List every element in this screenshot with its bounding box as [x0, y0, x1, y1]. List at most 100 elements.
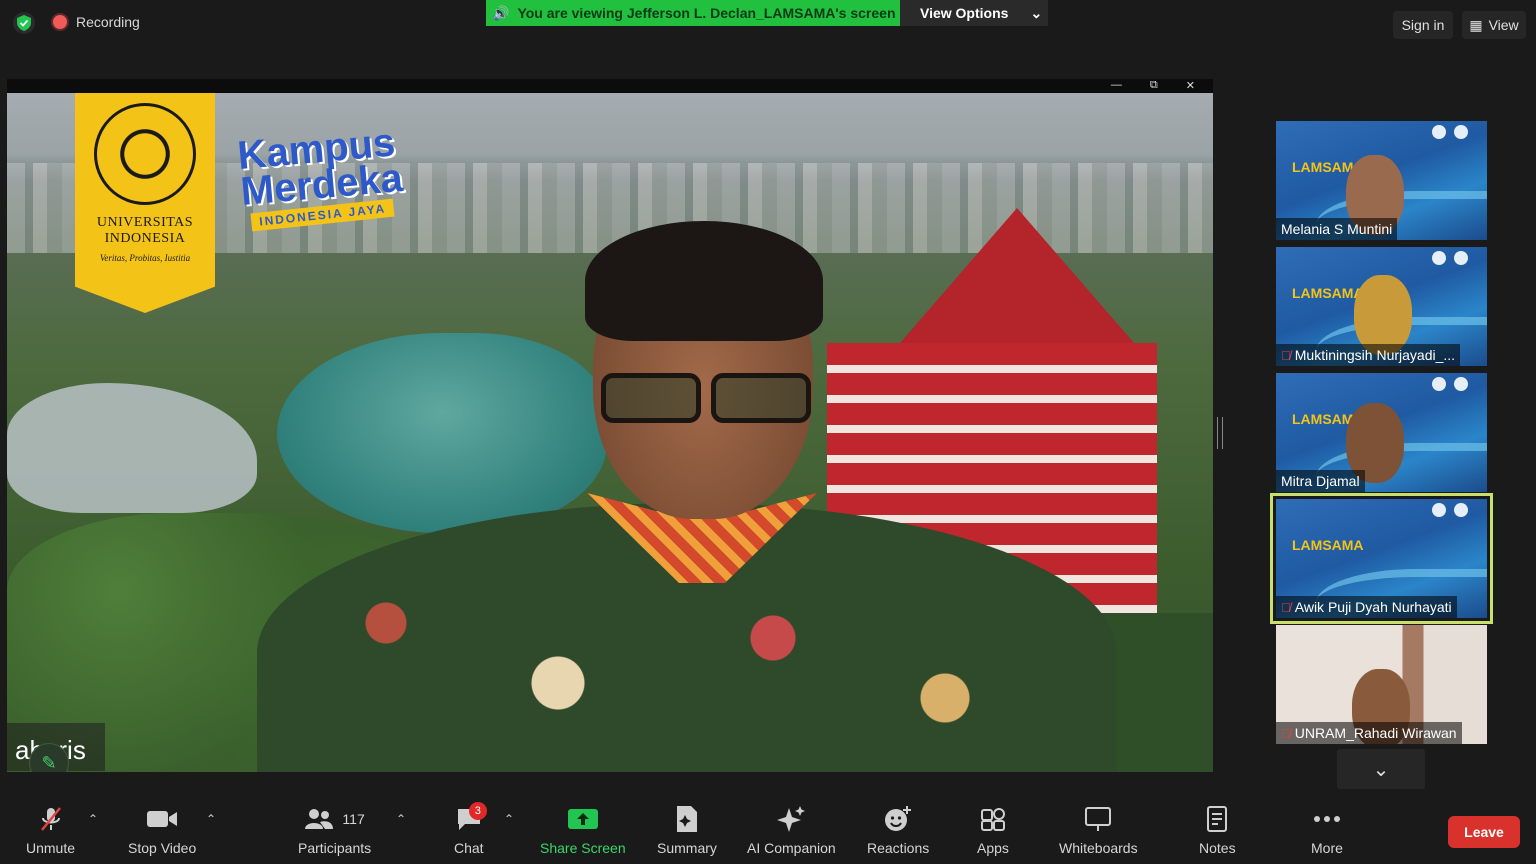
- summary-button[interactable]: Summary: [657, 804, 717, 856]
- whiteboards-label: Whiteboards: [1059, 840, 1138, 856]
- participant-face: [1354, 275, 1412, 355]
- slide-logo-icon: [1432, 377, 1446, 391]
- view-options-button[interactable]: View Options ⌄: [900, 0, 1048, 26]
- grid-view-icon: ▦: [1469, 16, 1483, 33]
- participants-label: Participants: [298, 840, 372, 856]
- mic-muted-icon: 🎙̸: [1281, 599, 1291, 615]
- participant-name: UNRAM_Rahadi Wirawan: [1294, 725, 1457, 741]
- speaker-glasses: [601, 373, 811, 423]
- slide-badge-icon: [1454, 377, 1468, 391]
- slide-logo-icon: [1432, 251, 1446, 265]
- chat-bubble-icon: 3: [455, 802, 487, 834]
- participant-name: Mitra Djamal: [1281, 473, 1360, 489]
- meeting-toolbar: Unmute ⌃ Stop Video ⌃ 117 Participants ⌃…: [0, 796, 1536, 864]
- notes-button[interactable]: Notes: [1199, 804, 1236, 856]
- minimize-icon: —: [1110, 79, 1122, 91]
- audio-options-caret-icon[interactable]: ⌃: [88, 812, 98, 826]
- participant-name: Muktiningsih Nurjayadi_...: [1294, 347, 1456, 363]
- video-options-caret-icon[interactable]: ⌃: [206, 812, 216, 826]
- unmute-label: Unmute: [26, 840, 76, 856]
- participants-icon-group: 117: [304, 804, 365, 834]
- participant-tile-active-speaker[interactable]: LAMSAMA 🎙̸ Awik Puji Dyah Nurhayati: [1270, 493, 1493, 624]
- leave-button[interactable]: Leave: [1448, 816, 1520, 848]
- logo-name-line-1: UNIVERSITAS: [96, 215, 194, 230]
- view-button[interactable]: ▦ View: [1462, 11, 1526, 39]
- video-camera-icon: [146, 804, 178, 834]
- logo-name-line-2: INDONESIA: [104, 231, 186, 246]
- top-bar: Recording 🔊 You are viewing Jefferson L.…: [0, 0, 1536, 48]
- chat-button[interactable]: 3 Chat: [454, 802, 487, 856]
- participants-count: 117: [342, 811, 365, 827]
- participant-name-tag: Mitra Djamal: [1276, 470, 1365, 492]
- security-shield-icon[interactable]: [13, 12, 35, 34]
- reactions-button[interactable]: Reactions: [867, 804, 929, 856]
- view-options-label: View Options: [920, 5, 1009, 21]
- slide-badge-icon: [1454, 503, 1468, 517]
- speaker-video: [257, 221, 1117, 772]
- universitas-indonesia-logo: UNIVERSITAS INDONESIA Veritas, Probitas,…: [75, 93, 215, 313]
- sign-in-button[interactable]: Sign in: [1393, 11, 1453, 39]
- shared-screen-window[interactable]: — ⧉ ✕ UNIVERSITAS INDONESIA Veritas, Pro…: [7, 79, 1213, 772]
- makara-emblem-icon: [94, 103, 196, 205]
- ai-sparkle-icon: [776, 804, 806, 834]
- slide-title: LAMSAMA: [1292, 537, 1364, 553]
- logo-motto: Veritas, Probitas, Iustitia: [99, 253, 191, 263]
- banner-text: You are viewing Jefferson L. Declan_LAMS…: [517, 5, 896, 21]
- chevron-down-icon: ⌄: [1372, 758, 1390, 781]
- recording-indicator[interactable]: Recording: [53, 14, 140, 30]
- participant-name-tag: Melania S Muntini: [1276, 218, 1398, 240]
- kampus-merdeka-logo: Kampus Merdeka: [236, 120, 405, 213]
- whiteboard-icon: [1084, 804, 1112, 834]
- share-screen-label: Share Screen: [540, 840, 626, 856]
- microphone-muted-icon: [37, 804, 65, 834]
- participant-name: Awik Puji Dyah Nurhayati: [1294, 599, 1452, 615]
- chat-unread-badge: 3: [468, 802, 487, 820]
- smiley-add-icon: [884, 804, 912, 834]
- participant-name: Melania S Muntini: [1281, 221, 1393, 237]
- whiteboards-button[interactable]: Whiteboards: [1059, 804, 1138, 856]
- scroll-down-button[interactable]: ⌄: [1337, 749, 1425, 789]
- participant-tile[interactable]: LAMSAMA Mitra Djamal: [1276, 373, 1487, 492]
- slide-logo-icon: [1432, 503, 1446, 517]
- apps-button[interactable]: Apps: [977, 804, 1009, 856]
- notes-label: Notes: [1199, 840, 1236, 856]
- participant-tile[interactable]: LAMSAMA 🎙̸ Muktiningsih Nurjayadi_...: [1276, 247, 1487, 366]
- slide-logo-icon: [1432, 125, 1446, 139]
- share-screen-button[interactable]: Share Screen: [540, 804, 626, 856]
- panel-resize-handle[interactable]: [1217, 417, 1223, 449]
- participant-name-tag: 🎙̸ Muktiningsih Nurjayadi_...: [1276, 344, 1461, 366]
- more-button[interactable]: More: [1311, 804, 1343, 856]
- stop-video-button[interactable]: Stop Video: [128, 804, 196, 856]
- unmute-button[interactable]: Unmute: [26, 804, 75, 856]
- people-icon: [305, 809, 334, 829]
- participant-name-tag: 🎙̸ UNRAM_Rahadi Wirawan: [1276, 722, 1462, 744]
- stadium-image: [7, 383, 257, 513]
- notes-icon: [1205, 804, 1229, 834]
- summary-document-icon: [675, 804, 699, 834]
- participant-tile[interactable]: LAMSAMA Melania S Muntini: [1276, 121, 1487, 240]
- ai-companion-button[interactable]: AI Companion: [747, 804, 836, 856]
- apps-label: Apps: [977, 840, 1009, 856]
- screen-share-banner: 🔊 You are viewing Jefferson L. Declan_LA…: [486, 0, 900, 26]
- participants-button[interactable]: 117 Participants: [298, 804, 371, 856]
- virtual-background: UNIVERSITAS INDONESIA Veritas, Probitas,…: [7, 93, 1213, 772]
- ai-companion-label: AI Companion: [747, 840, 836, 856]
- apps-icon: [980, 804, 1006, 834]
- speaker-hair: [585, 221, 823, 341]
- restore-icon: ⧉: [1149, 79, 1158, 91]
- mic-muted-icon: 🎙̸: [1281, 725, 1291, 741]
- close-icon: ✕: [1185, 80, 1195, 92]
- chat-label: Chat: [454, 840, 484, 856]
- window-controls: — ⧉ ✕: [1111, 79, 1213, 93]
- leave-label: Leave: [1464, 824, 1504, 840]
- chat-options-caret-icon[interactable]: ⌃: [504, 812, 514, 826]
- view-label: View: [1488, 17, 1519, 33]
- more-dots-icon: [1313, 804, 1341, 834]
- chevron-down-icon: ⌄: [1030, 4, 1043, 21]
- stop-video-label: Stop Video: [128, 840, 197, 856]
- more-label: More: [1311, 840, 1343, 856]
- sign-in-label: Sign in: [1401, 17, 1445, 33]
- participant-tile[interactable]: 🎙̸ UNRAM_Rahadi Wirawan: [1276, 625, 1487, 744]
- participants-options-caret-icon[interactable]: ⌃: [396, 812, 406, 826]
- summary-label: Summary: [657, 840, 717, 856]
